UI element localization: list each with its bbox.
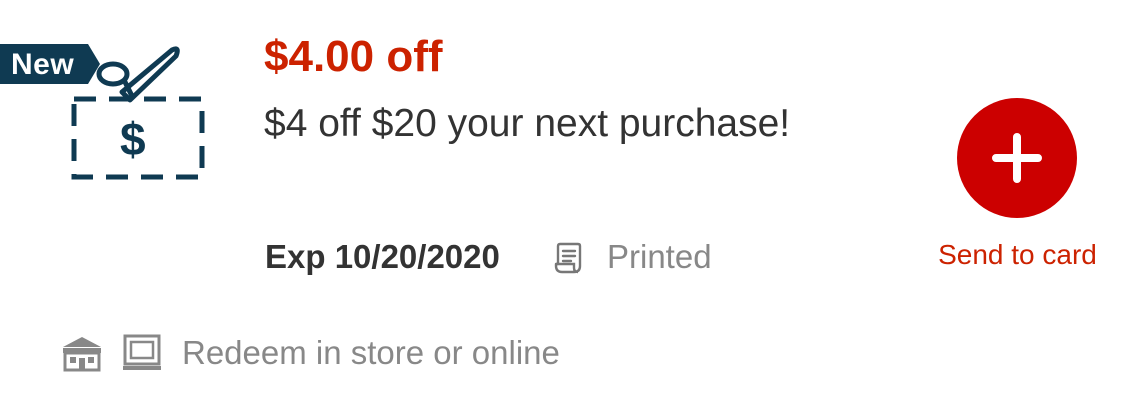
send-to-card-button[interactable] [957,98,1077,218]
plus-icon [992,133,1042,183]
offer-title: $4.00 off [264,32,443,81]
new-badge: New [11,48,75,81]
offer-description: $4 off $20 your next purchase! [264,102,791,145]
expiration-date: Exp 10/20/2020 [265,238,500,275]
receipt-icon [554,242,582,274]
store-icon [63,337,101,372]
redeem-info: Redeem in store or online [182,334,560,371]
dollar-sign: $ [120,113,146,165]
send-to-card-label[interactable]: Send to card [925,236,1110,274]
online-screen-icon [123,334,161,370]
coupon-scissors-icon: New $ [0,38,215,188]
printed-status: Printed [607,238,712,275]
